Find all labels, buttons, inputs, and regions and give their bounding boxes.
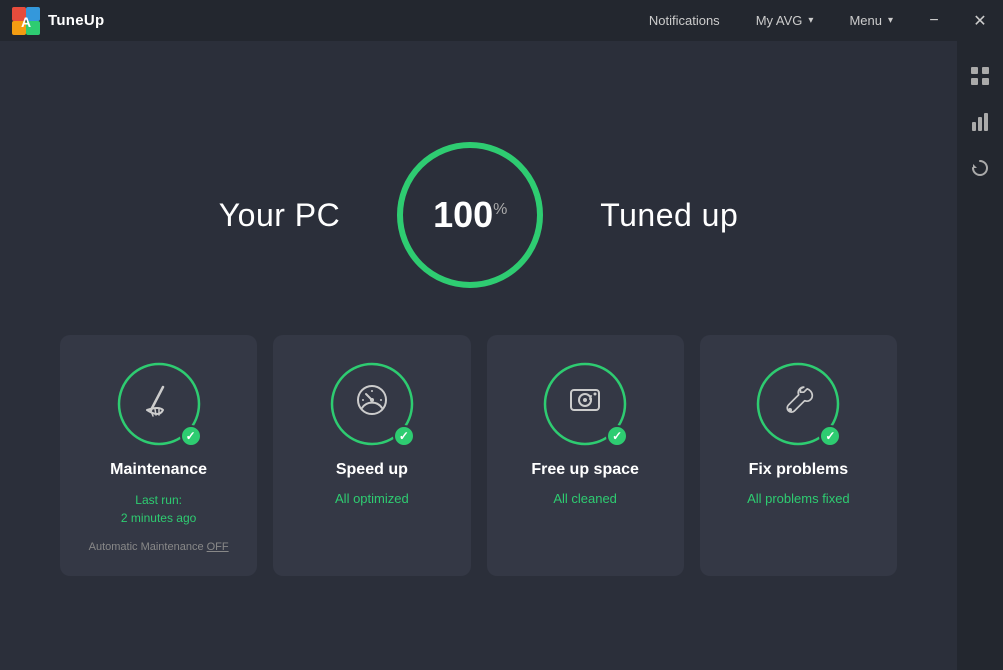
main-content: Your PC 100% Tuned up (0, 41, 957, 670)
sidebar-grid-icon[interactable] (961, 57, 999, 95)
progress-circle: 100% (390, 135, 550, 295)
title-bar-nav: Notifications My AVG ▾ Menu ▾ − ✕ (631, 0, 1003, 41)
my-avg-chevron: ▾ (808, 15, 813, 26)
space-icon-wrap: ✓ (540, 359, 630, 449)
hero-section: Your PC 100% Tuned up (219, 135, 739, 295)
speed-check: ✓ (393, 425, 415, 447)
speed-icon-wrap: ✓ (327, 359, 417, 449)
maintenance-title: Maintenance (110, 461, 207, 479)
space-subtitle: All cleaned (553, 491, 617, 506)
circle-inner: 100% (433, 197, 507, 233)
sidebar-refresh-icon[interactable] (961, 149, 999, 187)
title-bar-left: A TuneUp (12, 7, 105, 35)
space-icon (567, 382, 603, 426)
maintenance-icon (141, 382, 177, 426)
window-controls: − ✕ (911, 0, 1003, 41)
svg-text:A: A (21, 14, 31, 30)
cards-section: ✓ Maintenance Last run: 2 minutes ago Au… (60, 335, 897, 576)
minimize-button[interactable]: − (911, 0, 957, 41)
fix-subtitle: All problems fixed (747, 491, 850, 506)
hero-text-left: Your PC (219, 197, 341, 234)
nav-my-avg[interactable]: My AVG ▾ (738, 0, 832, 41)
maintenance-icon-wrap: ✓ (114, 359, 204, 449)
speed-title: Speed up (336, 461, 408, 479)
maintenance-subtitle: Last run: 2 minutes ago (121, 491, 196, 527)
sidebar-right (957, 41, 1003, 670)
card-free-space[interactable]: ✓ Free up space All cleaned (487, 335, 684, 576)
fix-icon (780, 382, 816, 426)
title-bar: A TuneUp Notifications My AVG ▾ Menu ▾ −… (0, 0, 1003, 41)
maintenance-extra: Automatic Maintenance OFF (89, 539, 229, 556)
app-logo: A (12, 7, 40, 35)
percent-sign: % (493, 201, 507, 218)
menu-chevron: ▾ (888, 15, 893, 26)
sidebar-chart-icon[interactable] (961, 103, 999, 141)
fix-icon-wrap: ✓ (753, 359, 843, 449)
maintenance-check: ✓ (180, 425, 202, 447)
app-title: TuneUp (48, 12, 105, 29)
card-fix-problems[interactable]: ✓ Fix problems All problems fixed (700, 335, 897, 576)
hero-text-right: Tuned up (600, 197, 738, 234)
space-title: Free up space (531, 461, 639, 479)
close-button[interactable]: ✕ (957, 0, 1003, 41)
card-maintenance[interactable]: ✓ Maintenance Last run: 2 minutes ago Au… (60, 335, 257, 576)
fix-title: Fix problems (749, 461, 849, 479)
circle-percent: 100% (433, 194, 507, 235)
speed-icon (354, 382, 390, 426)
nav-notifications[interactable]: Notifications (631, 0, 738, 41)
automatic-maintenance-off[interactable]: OFF (207, 541, 229, 553)
speed-subtitle: All optimized (335, 491, 409, 506)
nav-menu[interactable]: Menu ▾ (831, 0, 911, 41)
card-speed-up[interactable]: ✓ Speed up All optimized (273, 335, 470, 576)
